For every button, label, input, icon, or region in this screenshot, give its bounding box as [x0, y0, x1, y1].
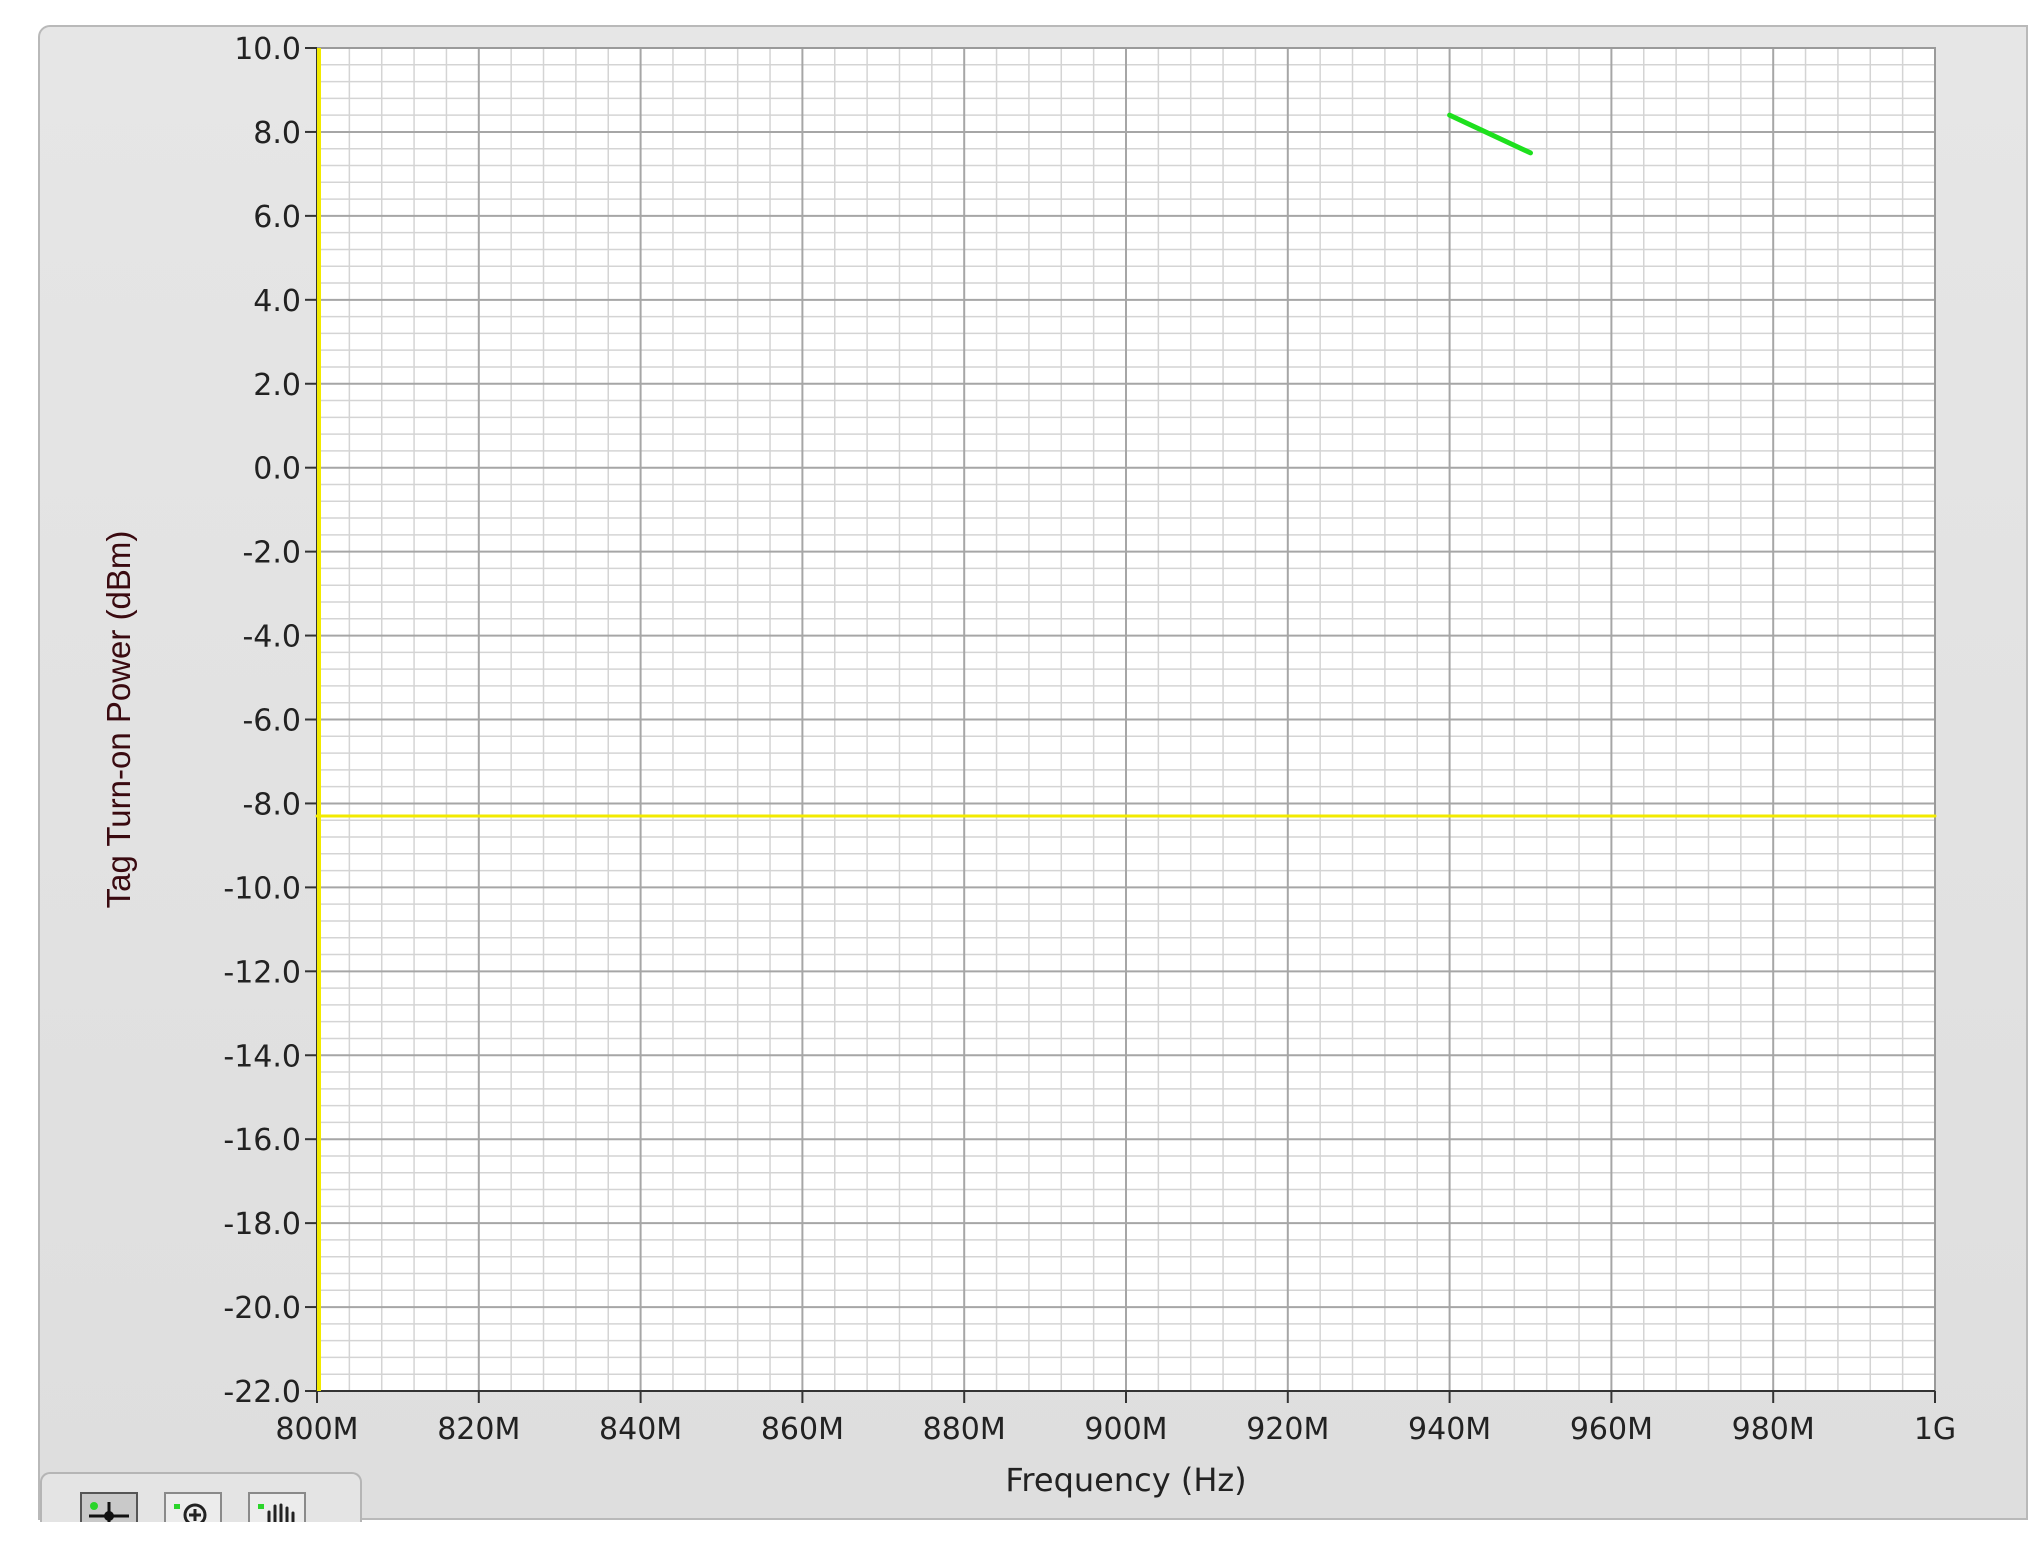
y-tick-label: -14.0: [223, 1039, 301, 1074]
y-tick-label: -18.0: [223, 1207, 301, 1242]
y-tick-label: 2.0: [253, 368, 301, 403]
bottom-band: [0, 1522, 2031, 1547]
y-tick-label: 6.0: [253, 200, 301, 235]
x-tick-label: 880M: [923, 1412, 1006, 1447]
x-tick-label: 1G: [1914, 1412, 1956, 1447]
x-tick-label: 940M: [1408, 1412, 1491, 1447]
chart-svg[interactable]: 10.0 8.0 6.0 4.0 2.0 0.0 -2.0 -4.0 -6.0 -8.0 -10.0…: [40, 27, 2030, 1522]
x-tick-label: 980M: [1732, 1412, 1815, 1447]
y-tick-label: -4.0: [242, 620, 301, 655]
x-tick-label: 960M: [1570, 1412, 1653, 1447]
y-tick-label: 10.0: [234, 32, 301, 67]
y-tick-label: -20.0: [223, 1291, 301, 1326]
x-tick-label: 860M: [761, 1412, 844, 1447]
x-tick-label: 920M: [1246, 1412, 1329, 1447]
y-tick-label: -8.0: [242, 787, 301, 822]
y-tick-label: -6.0: [242, 704, 301, 739]
x-axis-title: Frequency (Hz): [1005, 1461, 1246, 1499]
y-tick-label: 0.0: [253, 452, 301, 487]
y-tick-label: 8.0: [253, 116, 301, 151]
y-tick-label: -2.0: [242, 536, 301, 571]
x-tick-label: 900M: [1084, 1412, 1167, 1447]
x-tick-label: 820M: [437, 1412, 520, 1447]
y-axis-title: Tag Turn-on Power (dBm): [100, 531, 137, 909]
graph-panel: 10.0 8.0 6.0 4.0 2.0 0.0 -2.0 -4.0 -6.0 -8.0 -10.0…: [38, 25, 2028, 1520]
y-tick-label: -16.0: [223, 1123, 301, 1158]
x-tick-label: 840M: [599, 1412, 682, 1447]
y-tick-label: 4.0: [253, 284, 301, 319]
x-tick-label: 800M: [275, 1412, 358, 1447]
y-tick-label: -10.0: [223, 871, 301, 906]
y-tick-label: -12.0: [223, 955, 301, 990]
y-tick-label: -22.0: [223, 1375, 301, 1410]
